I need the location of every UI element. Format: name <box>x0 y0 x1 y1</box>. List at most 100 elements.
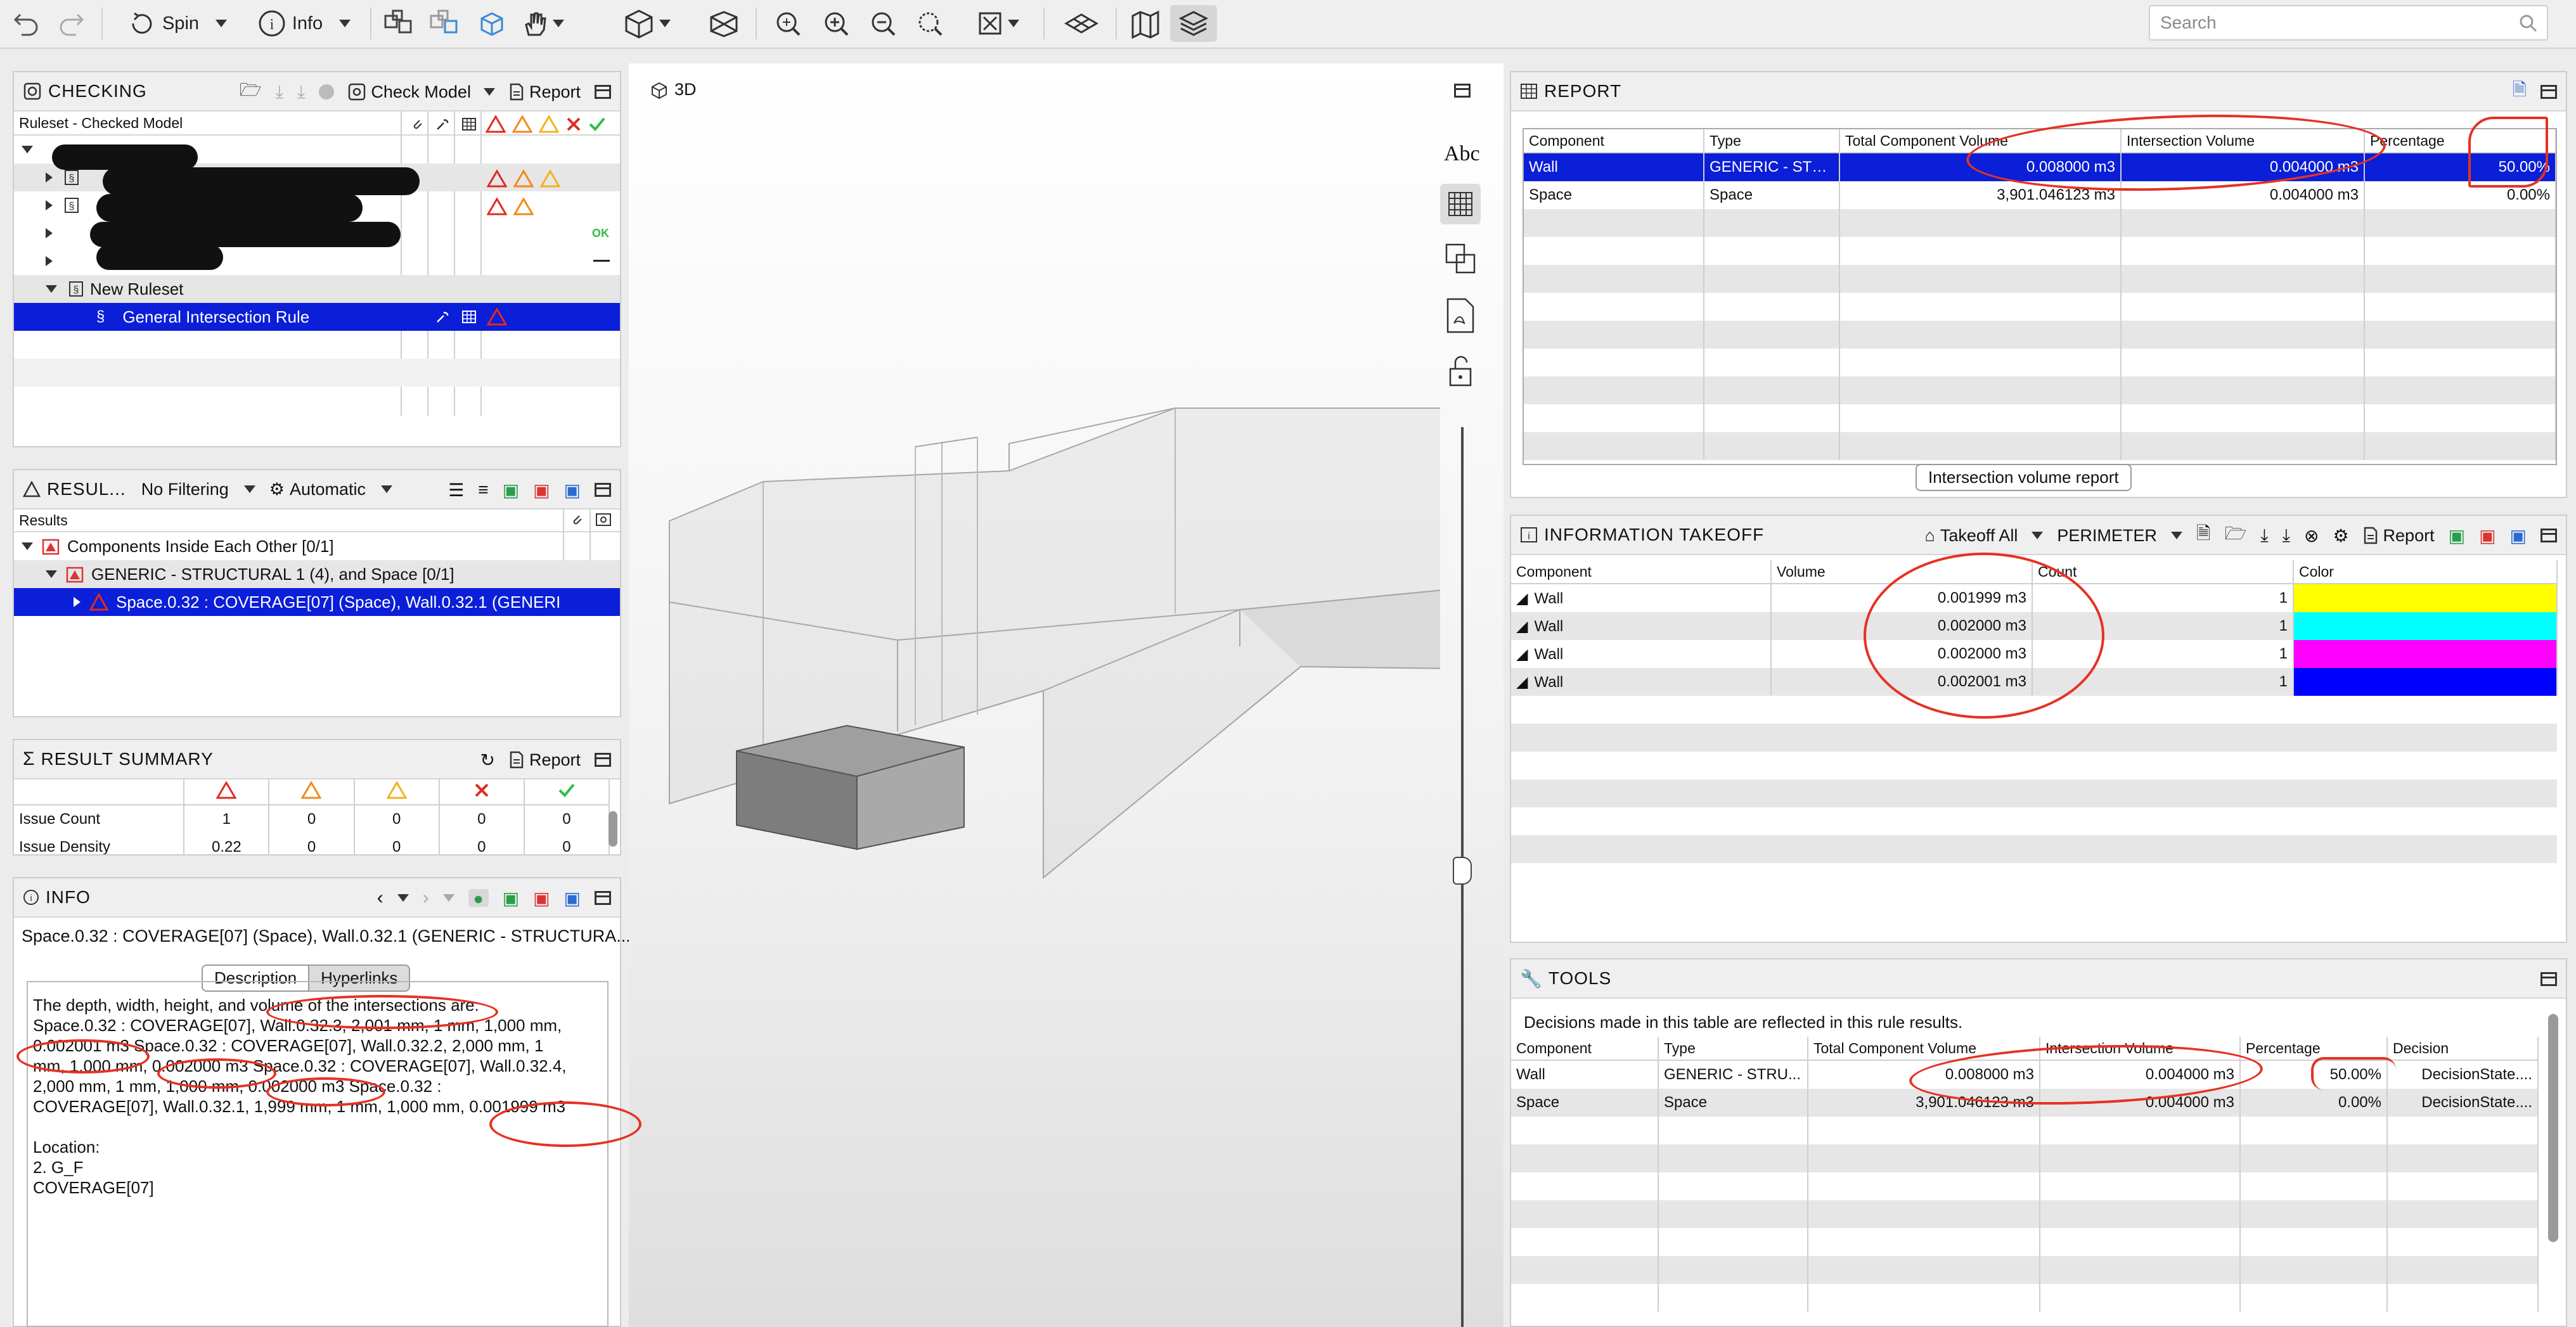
export-icon[interactable]: ⤓ <box>2283 525 2290 546</box>
result-subgroup-row[interactable]: GENERIC - STRUCTURAL 1 (4), and Space [0… <box>14 560 620 588</box>
grid-icon <box>1448 192 1472 216</box>
forward-icon[interactable]: › <box>423 887 429 909</box>
mode-dropdown[interactable]: ⚙ Automatic <box>269 480 393 499</box>
takeoff-col-header[interactable]: Color <box>2293 560 2558 584</box>
checking-report-button[interactable]: Report <box>509 82 581 102</box>
folder-open-icon[interactable]: 🗁 <box>2224 520 2246 551</box>
export-icon[interactable]: ⤓ <box>297 82 305 103</box>
add-slide-icon[interactable]: ▣ <box>503 480 519 501</box>
add-slide-icon[interactable]: ▣ <box>2449 525 2465 546</box>
stop-icon[interactable] <box>319 84 335 99</box>
rejected-icon <box>475 783 489 797</box>
settings-icon[interactable]: ⚙ <box>2333 525 2348 546</box>
tools-scrollbar[interactable] <box>2548 1014 2558 1242</box>
filter-dropdown[interactable]: No Filtering <box>141 480 255 499</box>
blue-box-icon[interactable] <box>472 5 512 42</box>
tree-row-general-intersection-rule[interactable]: § General Intersection Rule <box>14 303 620 331</box>
maximize-icon[interactable] <box>595 85 611 99</box>
remove-slide-icon[interactable]: ▣ <box>533 888 550 909</box>
report-col-header[interactable]: Component <box>1524 129 1704 153</box>
folder-open-icon[interactable]: 🗁 <box>240 77 262 107</box>
tools-col-header[interactable]: Type <box>1658 1037 1808 1061</box>
new-takeoff-icon[interactable]: 🗎 <box>2196 520 2211 551</box>
info-dropdown[interactable]: i Info <box>248 5 360 42</box>
color-swatch[interactable] <box>2294 584 2556 612</box>
maximize-icon[interactable] <box>595 753 611 767</box>
zoom-in-icon[interactable] <box>816 5 856 42</box>
update-slide-icon[interactable]: ▣ <box>2510 525 2527 546</box>
search-field[interactable]: Search <box>2149 5 2548 41</box>
model-boxes-faded-icon[interactable] <box>426 5 467 42</box>
list-icon[interactable]: ≡ <box>478 480 488 500</box>
takeoff-report-button[interactable]: Report <box>2363 526 2435 546</box>
perimeter-dropdown[interactable]: PERIMETER <box>2057 526 2182 546</box>
report-col-header[interactable]: Type <box>1704 129 1840 153</box>
color-swatch[interactable] <box>2294 640 2556 668</box>
model-boxes-icon[interactable] <box>380 5 421 42</box>
view-cube-dropdown[interactable] <box>615 5 678 42</box>
layers-icon[interactable] <box>1170 5 1217 42</box>
rule-table-icon <box>462 311 476 323</box>
text-annotation-button[interactable]: Abc <box>1444 142 1480 166</box>
redo-icon[interactable] <box>53 5 89 42</box>
maximize-icon[interactable] <box>2541 972 2557 986</box>
back-icon[interactable]: ‹ <box>377 887 383 909</box>
summary-report-button[interactable]: Report <box>509 750 581 770</box>
grid-plane-icon[interactable] <box>1060 5 1103 42</box>
tools-col-header[interactable]: Component <box>1511 1037 1659 1061</box>
forward-dropdown-icon[interactable] <box>442 894 454 902</box>
check-model-dropdown[interactable]: Check Model <box>348 82 495 102</box>
dash-indicator <box>593 260 610 262</box>
checking-report-label: Report <box>529 82 581 101</box>
maximize-icon[interactable] <box>595 891 611 905</box>
grid-toggle-button[interactable] <box>1440 184 1481 224</box>
hierarchy-icon[interactable]: ☰ <box>448 480 464 501</box>
maximize-icon[interactable] <box>595 483 611 497</box>
maximize-icon[interactable] <box>2541 85 2557 99</box>
clip-box-icon[interactable] <box>1443 241 1478 279</box>
map-pin-icon[interactable] <box>1126 5 1165 42</box>
zoom-box-dropdown[interactable] <box>966 5 1029 42</box>
takeoff-col-header[interactable]: Component <box>1511 560 1772 584</box>
info-icon: i <box>23 890 39 905</box>
zoom-fit-icon[interactable] <box>768 5 808 42</box>
viewport-maximize-icon[interactable] <box>1454 84 1471 98</box>
hand-select-dropdown[interactable] <box>517 5 568 42</box>
remove-slide-icon[interactable]: ▣ <box>2479 525 2496 546</box>
critical-warning-icon <box>216 780 237 798</box>
history-dropdown-icon[interactable] <box>397 894 409 902</box>
tools-col-header[interactable]: Decision <box>2387 1037 2539 1061</box>
zoom-selection-icon[interactable] <box>910 5 950 42</box>
tab-intersection-volume-report[interactable]: Intersection volume report <box>1916 464 2132 491</box>
zoom-out-icon[interactable] <box>863 5 903 42</box>
import-icon[interactable]: ⤓ <box>276 82 283 103</box>
unlock-icon[interactable] <box>1446 355 1474 391</box>
decision-select[interactable]: DecisionState.... <box>2387 1060 2539 1089</box>
update-slide-icon[interactable]: ▣ <box>564 888 581 909</box>
summary-scrollbar[interactable] <box>609 811 617 847</box>
export-report-icon[interactable]: 🗎 <box>2512 77 2527 107</box>
pdf-export-icon[interactable] <box>1445 298 1476 337</box>
color-swatch[interactable] <box>2294 668 2556 696</box>
result-group-row[interactable]: Components Inside Each Other [0/1] <box>14 532 620 560</box>
summary-refresh-icon[interactable]: ↻ <box>480 750 494 771</box>
decision-select[interactable]: DecisionState.... <box>2387 1089 2539 1117</box>
tree-row-new-ruleset[interactable]: § New Ruleset <box>14 275 620 303</box>
spin-icon <box>132 12 152 34</box>
section-plane-icon[interactable] <box>704 5 744 42</box>
result-issue-row[interactable]: Space.0.32 : COVERAGE[07] (Space), Wall.… <box>14 588 620 616</box>
import-icon[interactable]: ⤓ <box>2260 525 2268 546</box>
update-slide-icon[interactable]: ▣ <box>564 480 581 501</box>
building-model[interactable] <box>629 63 1440 1327</box>
clear-icon[interactable]: ⊗ <box>2304 525 2319 546</box>
color-swatch[interactable] <box>2294 612 2556 640</box>
link-mode-icon[interactable]: ● <box>468 889 489 908</box>
clip-slider-thumb[interactable] <box>1453 857 1472 885</box>
spin-dropdown[interactable]: Spin <box>120 5 235 42</box>
takeoff-all-dropdown[interactable]: ⌂ Takeoff All <box>1925 526 2044 546</box>
undo-icon[interactable] <box>9 5 44 42</box>
maximize-icon[interactable] <box>2541 529 2557 542</box>
viewport-3d[interactable]: 3D Abc <box>629 63 1504 1327</box>
remove-slide-icon[interactable]: ▣ <box>533 480 550 501</box>
add-slide-icon[interactable]: ▣ <box>503 888 519 909</box>
